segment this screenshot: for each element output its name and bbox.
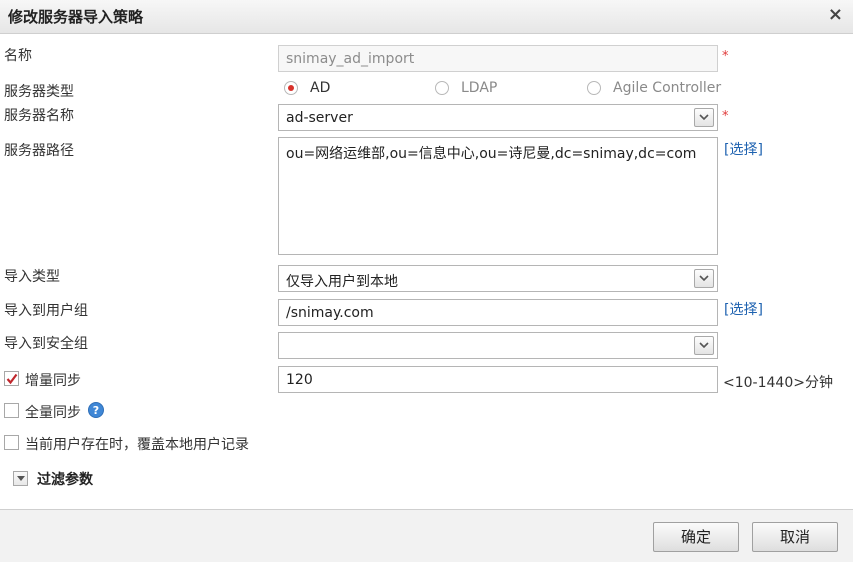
radio-ldap[interactable]: LDAP [435,80,525,98]
expand-toggle-icon[interactable] [13,471,28,486]
overwrite-checkbox[interactable] [4,435,19,450]
radio-ad[interactable]: AD [284,80,364,98]
ok-button[interactable]: 确定 [653,522,739,552]
import-type-select[interactable]: 仅导入用户到本地 [278,265,718,292]
dialog-titlebar: 修改服务器导入策略 × [0,0,853,34]
server-name-select[interactable]: ad-server [278,104,718,131]
server-name-value: ad-server [286,110,353,126]
name-value: snimay_ad_import [286,51,415,67]
user-group-select-link[interactable]: [选择] [724,299,763,319]
cancel-button[interactable]: 取消 [752,522,838,552]
incremental-sync-checkbox[interactable] [4,371,19,386]
import-type-value: 仅导入用户到本地 [286,274,398,290]
full-sync-checkbox[interactable] [4,403,19,418]
radio-ldap-label: LDAP [461,80,498,96]
security-group-label: 导入到安全组 [4,336,88,352]
incremental-sync-interval-value: 120 [286,372,313,388]
incremental-sync-label: 增量同步 [25,373,81,389]
radio-unselected-icon [587,81,601,95]
chevron-down-icon[interactable] [694,269,714,288]
name-field: snimay_ad_import [278,45,718,72]
user-group-label: 导入到用户组 [4,303,88,319]
checkmark-icon [6,373,18,385]
close-icon[interactable]: × [828,4,843,25]
radio-ad-label: AD [310,80,331,96]
server-path-label: 服务器路径 [4,143,74,159]
full-sync-label: 全量同步 [25,405,81,421]
help-icon[interactable]: ? [88,402,104,418]
user-group-input[interactable]: /snimay.com [278,299,718,326]
incremental-sync-interval-input[interactable]: 120 [278,366,718,393]
radio-unselected-icon [435,81,449,95]
server-path-textarea[interactable]: ou=网络运维部,ou=信息中心,ou=诗尼曼,dc=snimay,dc=com [278,137,718,255]
import-type-label: 导入类型 [4,269,60,285]
server-name-label: 服务器名称 [4,108,74,124]
security-group-select[interactable] [278,332,718,359]
name-required-mark: * [722,49,729,64]
server-name-required-mark: * [722,109,729,124]
chevron-down-icon[interactable] [694,336,714,355]
name-label: 名称 [4,48,32,64]
interval-range-hint: <10-1440>分钟 [723,375,833,391]
filter-section-title[interactable]: 过滤参数 [37,469,93,489]
server-type-label: 服务器类型 [4,84,74,100]
user-group-value: /snimay.com [286,305,374,321]
radio-agile-controller-label: Agile Controller [613,80,722,96]
chevron-down-icon[interactable] [694,108,714,127]
overwrite-label: 当前用户存在时，覆盖本地用户记录 [25,437,249,453]
dialog-footer: 确定 取消 [0,509,853,562]
radio-agile-controller[interactable]: Agile Controller [587,80,727,98]
server-path-select-link[interactable]: [选择] [724,139,763,159]
dialog-title: 修改服务器导入策略 [8,8,144,26]
server-path-value: ou=网络运维部,ou=信息中心,ou=诗尼曼,dc=snimay,dc=com [286,146,697,162]
radio-selected-icon [284,81,298,95]
